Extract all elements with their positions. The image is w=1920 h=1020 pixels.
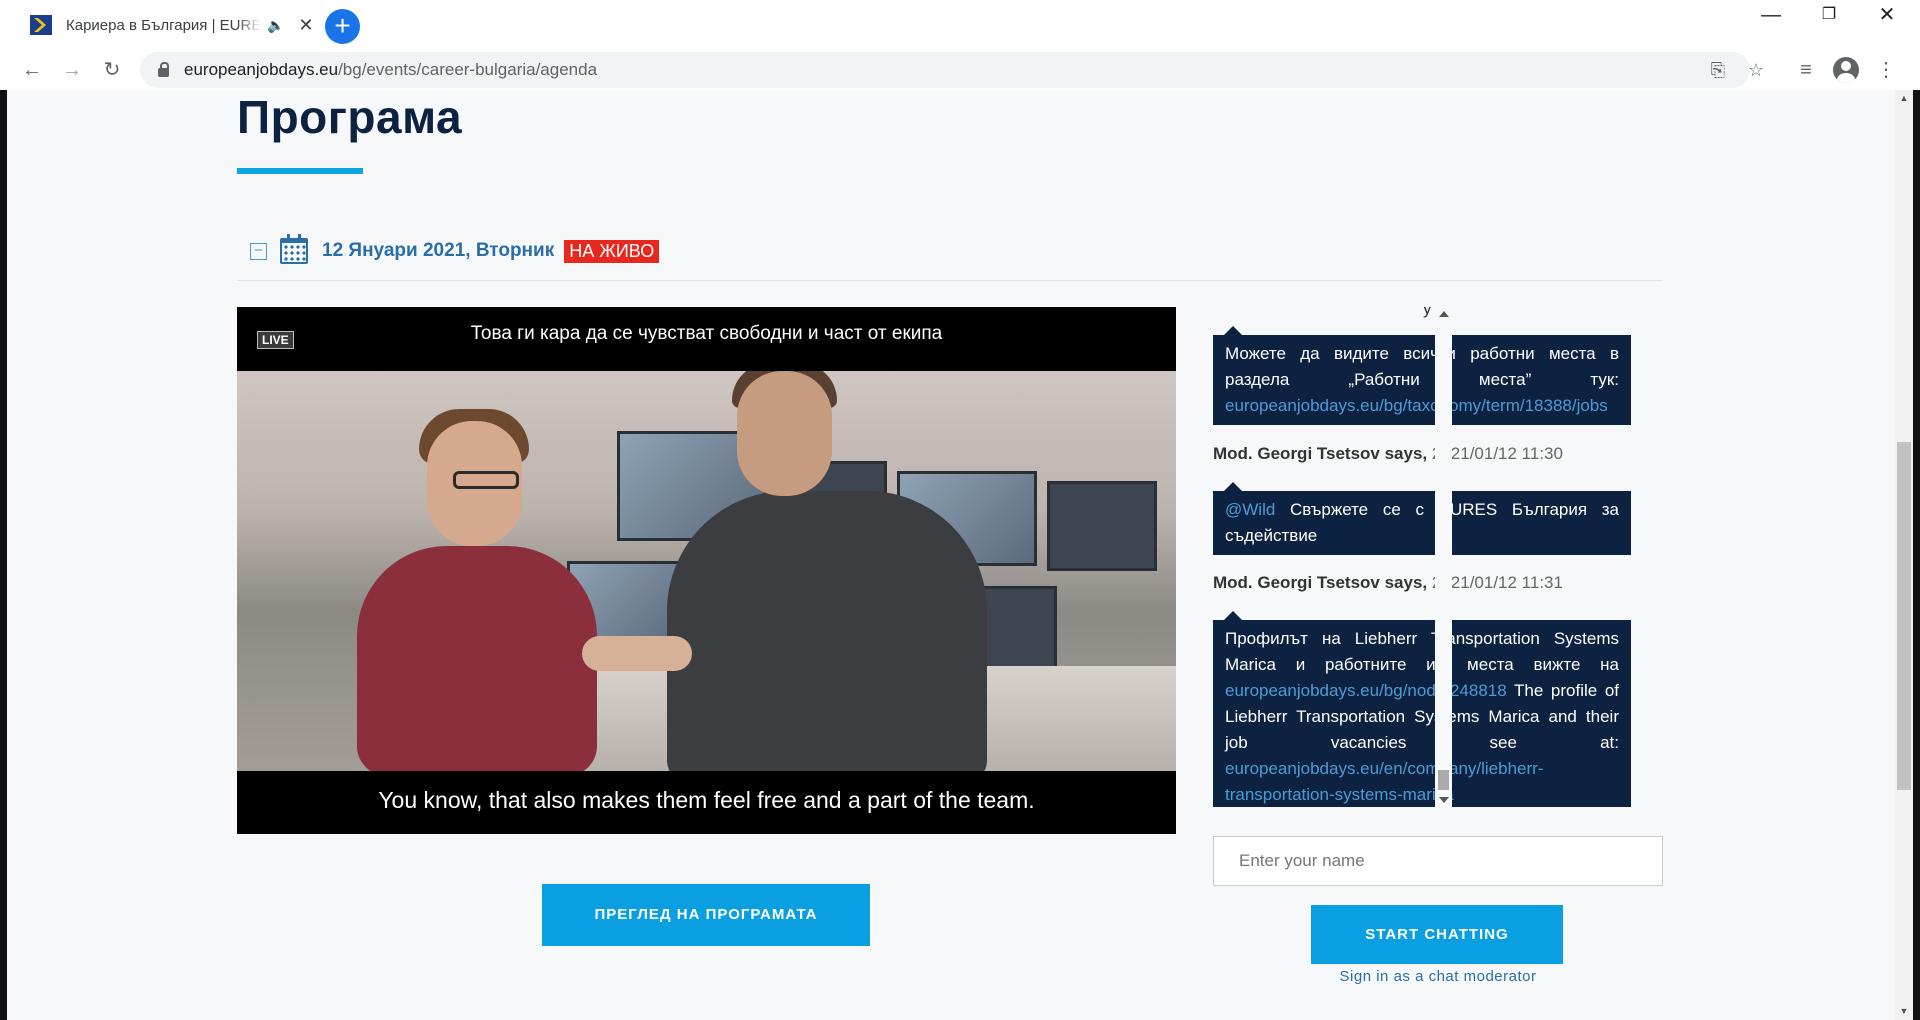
video-frame: [237, 371, 1176, 771]
url-text[interactable]: europeanjobdays.eu/bg/events/career-bulg…: [184, 60, 597, 80]
browser-toolbar: ← → ↻ europeanjobdays.eu/bg/events/caree…: [0, 50, 1920, 90]
subtitle-bulgarian: Това ги кара да се чувстват свободни и ч…: [470, 323, 943, 344]
chat-author: Mod. Georgi Tsetsov says,: [1213, 573, 1428, 592]
media-control-icon[interactable]: ≡: [1790, 54, 1822, 86]
page-title: Програма: [237, 91, 463, 143]
chat-scroll-down-icon[interactable]: [1439, 797, 1449, 803]
chat-message-header: Mod. Georgi Tsetsov says, 2021/01/12 11:…: [1213, 444, 1563, 464]
menu-kebab-icon[interactable]: ⋮: [1870, 54, 1902, 86]
reload-icon[interactable]: ↻: [96, 54, 128, 86]
start-chatting-button[interactable]: START CHATTING: [1311, 905, 1563, 964]
scroll-thumb[interactable]: [1897, 442, 1911, 790]
address-bar[interactable]: europeanjobdays.eu/bg/events/career-bulg…: [140, 52, 1764, 88]
chat-name-input[interactable]: [1213, 836, 1663, 886]
tab-close-icon[interactable]: ✕: [298, 15, 313, 36]
translate-icon[interactable]: ⎘: [1702, 54, 1734, 86]
chat-link[interactable]: europeanjobdays.eu/bg/taxonomy/term/1838…: [1225, 396, 1608, 415]
window-frame-left: [0, 90, 7, 1020]
chat-message-bubble: Можете да видите всички работни места в …: [1213, 326, 1631, 425]
view-program-button[interactable]: ПРЕГЛЕД НА ПРОГРАМАТА: [542, 884, 870, 946]
scroll-down-icon[interactable]: ▼: [1895, 1003, 1913, 1020]
day-label[interactable]: 12 Януари 2021, Вторник: [322, 240, 554, 262]
chat-link[interactable]: europeanjobdays.eu/en/company/liebherr-t…: [1225, 759, 1543, 804]
chat-author: Mod. Georgi Tsetsov says,: [1213, 444, 1428, 463]
chat-message-bubble: @Wild Свържете се с EURES България за съ…: [1213, 482, 1631, 555]
tab-title: Кариера в България | EURES: [66, 16, 261, 34]
live-video-player[interactable]: LIVE Това ги кара да се чувстват свободн…: [237, 307, 1176, 834]
profile-avatar-icon[interactable]: [1830, 54, 1862, 86]
chat-scrollbar[interactable]: [1435, 307, 1452, 807]
web-page: Програма − 12 Януари 2021, Вторник НА ЖИ…: [7, 90, 1895, 1020]
minimize-icon[interactable]: —: [1742, 0, 1800, 34]
chat-link[interactable]: europeanjobdays.eu/bg/node/248818: [1225, 681, 1507, 700]
moderator-sign-in-link[interactable]: Sign in as a chat moderator: [1213, 968, 1663, 985]
lock-icon: [158, 61, 169, 77]
browser-tab[interactable]: Кариера в България | EURES 🔈 ✕: [14, 0, 316, 50]
eures-favicon-icon: [30, 15, 52, 35]
bookmark-star-icon[interactable]: ☆: [1740, 54, 1772, 86]
heading-underline: [237, 168, 363, 174]
divider: [237, 280, 1663, 281]
chat-scroll-up-icon[interactable]: [1439, 311, 1449, 317]
restore-icon[interactable]: ❐: [1800, 0, 1858, 34]
chat-message-bubble: Профилът на Liebherr Transportation Syst…: [1213, 611, 1631, 807]
window-frame-right: [1913, 90, 1920, 1020]
window-close-icon[interactable]: ✕: [1858, 0, 1916, 34]
calendar-icon: [280, 234, 308, 264]
chat-message-header: Mod. Georgi Tsetsov says, 2021/01/12 11:…: [1213, 573, 1563, 593]
page-scrollbar[interactable]: ▲ ▼: [1895, 90, 1913, 1020]
forward-arrow-icon[interactable]: →: [56, 54, 88, 86]
collapse-icon[interactable]: −: [250, 242, 267, 260]
back-arrow-icon[interactable]: ←: [16, 54, 48, 86]
speaker-icon[interactable]: 🔈: [267, 17, 284, 34]
chat-mention[interactable]: @Wild: [1225, 500, 1275, 519]
live-badge: НА ЖИВО: [564, 239, 660, 263]
new-tab-button[interactable]: +: [325, 9, 360, 44]
browser-tab-strip: Кариера в България | EURES 🔈 ✕ + — ❐ ✕: [0, 0, 1920, 50]
scroll-up-icon[interactable]: ▲: [1895, 90, 1913, 107]
subtitle-english: You know, that also makes them feel free…: [378, 787, 1035, 813]
agenda-day-row: − 12 Януари 2021, Вторник НА ЖИВО: [250, 234, 660, 266]
chat-scroll-thumb[interactable]: [1438, 770, 1449, 790]
